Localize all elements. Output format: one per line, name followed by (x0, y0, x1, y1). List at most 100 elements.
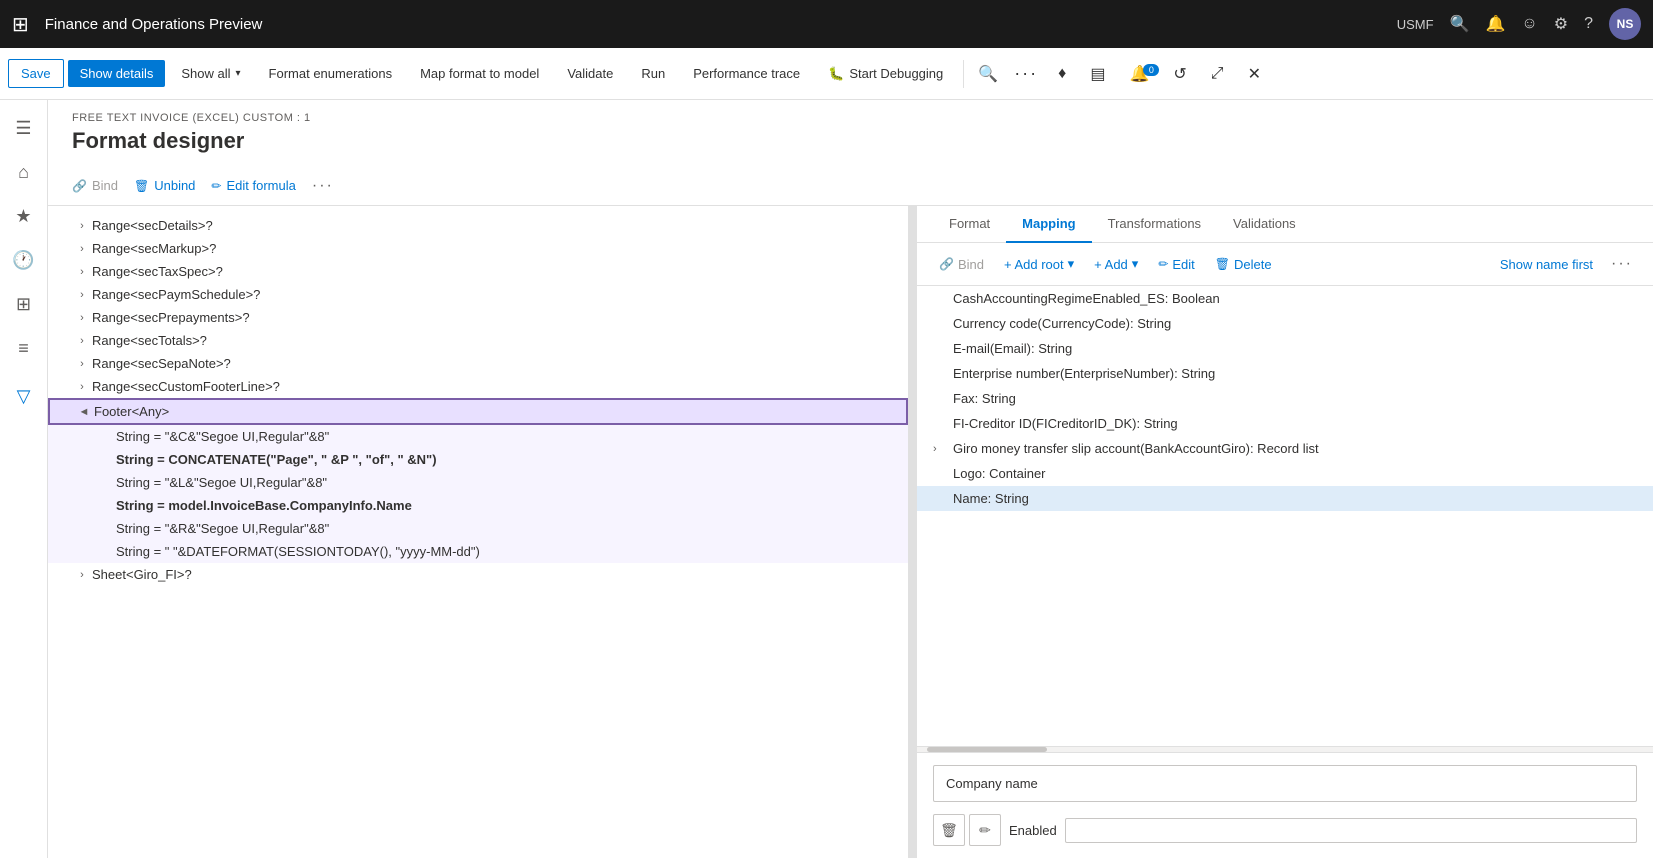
main-content: FREE TEXT INVOICE (EXCEL) CUSTOM : 1 For… (48, 100, 1653, 858)
nav-modules-icon[interactable]: ≡ (4, 328, 44, 368)
help-icon[interactable]: ? (1584, 15, 1593, 33)
edit-button[interactable]: ✏ Edit (1152, 253, 1200, 276)
mapping-label: Enterprise number(EnterpriseNumber): Str… (953, 366, 1637, 381)
edit-pencil-icon: ✏ (1158, 257, 1168, 271)
tab-validations[interactable]: Validations (1217, 206, 1312, 243)
show-name-first-button[interactable]: Show name first (1494, 253, 1599, 276)
bell-icon[interactable]: 🔔 (1485, 14, 1505, 34)
refresh-icon[interactable]: ↺ (1163, 58, 1196, 90)
show-details-button[interactable]: Show details (68, 60, 166, 87)
tree-caret-icon: › (72, 312, 92, 324)
toolbar-layout-icon[interactable]: ▤ (1080, 58, 1115, 90)
mapping-item[interactable]: ›Giro money transfer slip account(BankAc… (917, 436, 1653, 461)
tree-caret-icon: › (72, 243, 92, 255)
popout-icon[interactable]: ⤢ (1201, 59, 1234, 89)
split-layout: ›Range<secDetails>?›Range<secMarkup>?›Ra… (48, 206, 1653, 858)
delete-button[interactable]: 🗑 Delete (1209, 253, 1278, 276)
performance-trace-button[interactable]: Performance trace (681, 60, 812, 87)
mapping-item[interactable]: Enterprise number(EnterpriseNumber): Str… (917, 361, 1653, 386)
nav-menu-icon[interactable]: ☰ (4, 108, 44, 148)
mapping-item[interactable]: Name: String (917, 486, 1653, 511)
tree-label: Range<secTaxSpec>? (92, 264, 908, 279)
mapping-label: Logo: Container (953, 466, 1637, 481)
save-button[interactable]: Save (8, 59, 64, 88)
tree-item[interactable]: String = " "&DATEFORMAT(SESSIONTODAY(), … (48, 540, 908, 563)
toolbar-more-icon[interactable]: ··· (1008, 57, 1044, 90)
tree-item[interactable]: ›Range<secTaxSpec>? (48, 260, 908, 283)
unbind-button[interactable]: 🗑 Unbind (134, 174, 195, 197)
tree-item[interactable]: ›Range<secCustomFooterLine>? (48, 375, 908, 398)
edit-enabled-button[interactable]: ✏ (969, 814, 1001, 846)
tree-caret-icon: ◄ (74, 406, 94, 418)
tree-item[interactable]: String = "&R&"Segoe UI,Regular"&8" (48, 517, 908, 540)
tree-caret-icon: › (72, 358, 92, 370)
nav-home-icon[interactable]: ⌂ (4, 152, 44, 192)
tab-mapping[interactable]: Mapping (1006, 206, 1091, 243)
show-all-button[interactable]: Show all ▾ (169, 60, 252, 87)
right-bind-button[interactable]: 🔗 Bind (933, 253, 990, 276)
tree-label: Footer<Any> (94, 404, 906, 419)
mapping-label: E-mail(Email): String (953, 341, 1637, 356)
map-format-button[interactable]: Map format to model (408, 60, 551, 87)
tree-item[interactable]: ›Range<secTotals>? (48, 329, 908, 352)
mapping-item[interactable]: Currency code(CurrencyCode): String (917, 311, 1653, 336)
search-icon[interactable]: 🔍 (1450, 14, 1470, 34)
tree-label: Range<secPrepayments>? (92, 310, 908, 325)
validate-button[interactable]: Validate (555, 60, 625, 87)
delete-enabled-button[interactable]: 🗑 (933, 814, 965, 846)
close-icon[interactable]: ✕ (1238, 58, 1271, 90)
tree-item[interactable]: String = model.InvoiceBase.CompanyInfo.N… (48, 494, 908, 517)
nav-recent-icon[interactable]: 🕐 (4, 240, 44, 280)
gear-icon[interactable]: ⚙ (1554, 14, 1568, 34)
tree-item[interactable]: ›Range<secMarkup>? (48, 237, 908, 260)
grid-icon[interactable]: ⊞ (12, 12, 29, 37)
mapping-item[interactable]: Logo: Container (917, 461, 1653, 486)
action-more-icon[interactable]: ··· (312, 177, 334, 195)
topbar-right: USMF 🔍 🔔 ☺ ⚙ ? NS (1397, 8, 1641, 40)
tree-label: String = "&R&"Segoe UI,Regular"&8" (116, 521, 908, 536)
mapping-item[interactable]: FI-Creditor ID(FICreditorID_DK): String (917, 411, 1653, 436)
tree-caret-icon: › (72, 266, 92, 278)
add-button[interactable]: + Add ▾ (1088, 252, 1144, 276)
tree-item[interactable]: String = "&C&"Segoe UI,Regular"&8" (48, 425, 908, 448)
username: USMF (1397, 17, 1434, 32)
add-root-button[interactable]: + Add root ▾ (998, 252, 1080, 276)
topbar: ⊞ Finance and Operations Preview USMF 🔍 … (0, 0, 1653, 48)
right-more-icon[interactable]: ··· (1607, 251, 1637, 277)
toolbar-favorites-icon[interactable]: ♦ (1048, 59, 1076, 89)
tab-transformations[interactable]: Transformations (1092, 206, 1217, 243)
tree-item[interactable]: ›Range<secPrepayments>? (48, 306, 908, 329)
tree-item[interactable]: String = CONCATENATE("Page", " &P ", "of… (48, 448, 908, 471)
action-bar: 🔗 Bind 🗑 Unbind ✏ Edit formula ··· (48, 166, 1653, 206)
tabs: Format Mapping Transformations Validatio… (917, 206, 1653, 243)
start-debugging-button[interactable]: 🐛 Start Debugging (816, 60, 955, 88)
filter-icon[interactable]: ▽ (4, 376, 44, 416)
mapping-item[interactable]: CashAccountingRegimeEnabled_ES: Boolean (917, 286, 1653, 311)
tree-scroll[interactable]: ›Range<secDetails>?›Range<secMarkup>?›Ra… (48, 206, 908, 858)
mapping-scroll[interactable]: CashAccountingRegimeEnabled_ES: BooleanC… (917, 286, 1653, 746)
chevron-down-icon: ▾ (236, 68, 241, 79)
tree-item[interactable]: ◄Footer<Any> (48, 398, 908, 425)
mapping-item[interactable]: E-mail(Email): String (917, 336, 1653, 361)
tree-item[interactable]: ›Range<secDetails>? (48, 214, 908, 237)
nav-workspaces-icon[interactable]: ⊞ (4, 284, 44, 324)
smiley-icon[interactable]: ☺ (1521, 15, 1537, 33)
tree-item[interactable]: String = "&L&"Segoe UI,Regular"&8" (48, 471, 908, 494)
tree-item[interactable]: ›Range<secPaymSchedule>? (48, 283, 908, 306)
avatar[interactable]: NS (1609, 8, 1641, 40)
enabled-input[interactable] (1065, 818, 1637, 843)
tree-label: String = CONCATENATE("Page", " &P ", "of… (116, 452, 908, 467)
edit-formula-button[interactable]: ✏ Edit formula (211, 174, 295, 197)
tree-item[interactable]: ›Sheet<Giro_FI>? (48, 563, 908, 586)
bind-button[interactable]: 🔗 Bind (72, 174, 118, 197)
app-container: ☰ ⌂ ★ 🕐 ⊞ ≡ ▽ FREE TEXT INVOICE (EXCEL) … (0, 100, 1653, 858)
run-button[interactable]: Run (629, 60, 677, 87)
nav-favorites-icon[interactable]: ★ (4, 196, 44, 236)
mapping-caret-icon: › (933, 443, 953, 455)
tab-format[interactable]: Format (933, 206, 1006, 243)
splitter[interactable] (908, 206, 916, 858)
toolbar-search-icon[interactable]: 🔍 (972, 58, 1004, 90)
format-enumerations-button[interactable]: Format enumerations (257, 60, 405, 87)
tree-item[interactable]: ›Range<secSepaNote>? (48, 352, 908, 375)
mapping-item[interactable]: Fax: String (917, 386, 1653, 411)
